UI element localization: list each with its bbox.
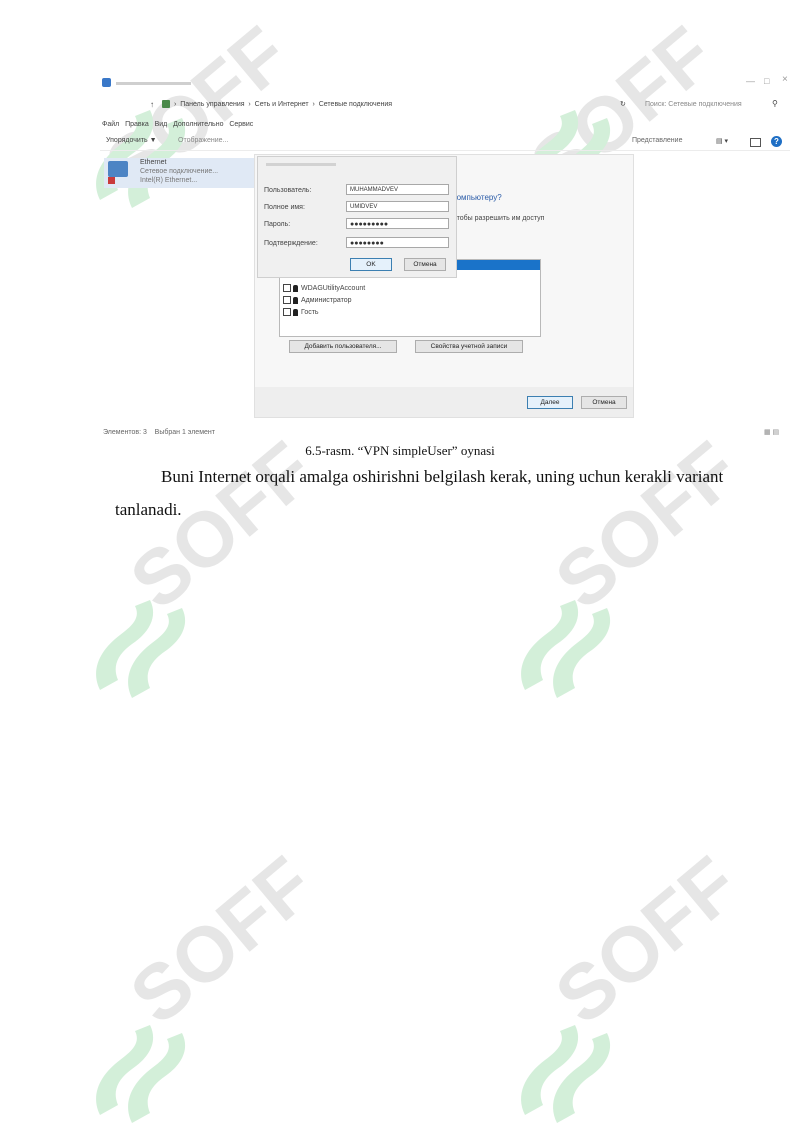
paragraph-text: Buni Internet orqali amalga oshirishni b… (115, 467, 724, 519)
wizard-description: чтобы разрешить им доступ (453, 215, 545, 222)
error-badge-icon (108, 177, 115, 184)
password-label: Пароль: (264, 221, 291, 228)
status-selected: Выбран 1 элемент (154, 429, 215, 436)
list-item[interactable]: Администратор (283, 296, 352, 304)
dialog-cancel-button[interactable]: Отмена (404, 258, 446, 271)
wizard-footer (255, 387, 633, 417)
checkbox[interactable] (283, 284, 291, 292)
ok-button[interactable]: OK (350, 258, 392, 271)
confirm-label: Подтверждение: (264, 240, 318, 247)
breadcrumb[interactable]: › Панель управления › Сеть и Интернет › … (174, 101, 392, 108)
search-input[interactable]: Поиск: Сетевые подключения (645, 101, 742, 108)
list-item[interactable]: Гость (283, 308, 319, 316)
account-properties-button[interactable]: Свойства учетной записи (415, 340, 523, 353)
watermark-soff: SOFF (80, 839, 340, 1123)
user-name: Администратор (301, 296, 352, 304)
connection-status: Сетевое подключение... (140, 168, 219, 175)
checkbox[interactable] (283, 296, 291, 304)
password-field[interactable]: ●●●●●●●●● (346, 218, 449, 229)
checkbox[interactable] (283, 308, 291, 316)
breadcrumb-item[interactable]: Сеть и Интернет (255, 101, 309, 108)
user-field[interactable]: MUHAMMADVEV (346, 184, 449, 195)
minimize-icon[interactable]: — (746, 76, 755, 86)
watermark-soff: SOFF (505, 839, 765, 1123)
fullname-label: Полное имя: (264, 204, 305, 211)
refresh-icon[interactable]: ↻ (620, 100, 626, 108)
confirm-password-field[interactable]: ●●●●●●●● (346, 237, 449, 248)
maximize-icon[interactable]: □ (764, 76, 769, 86)
fullname-field[interactable]: UMIDVEV (346, 201, 449, 212)
svg-text:SOFF: SOFF (114, 839, 330, 1040)
network-icon (102, 78, 111, 87)
view-button[interactable]: Представление (632, 137, 682, 144)
user-label: Пользователь: (264, 187, 312, 194)
breadcrumb-item[interactable]: Сетевые подключения (319, 101, 392, 108)
search-icon[interactable]: ⚲ (772, 99, 778, 108)
control-panel-icon (162, 100, 170, 108)
ethernet-connection-item[interactable]: Ethernet Сетевое подключение... Intel(R)… (104, 158, 254, 188)
new-user-dialog: Пользователь: MUHAMMADVEV Полное имя: UM… (257, 156, 457, 278)
selected-row-highlight (456, 260, 540, 270)
embedded-screenshot: — □ × ↑ › Панель управления › Сеть и Инт… (100, 74, 790, 442)
show-hidden-button[interactable]: Отображение... (178, 137, 228, 144)
user-icon (293, 296, 298, 304)
connection-adapter: Intel(R) Ethernet... (140, 177, 198, 184)
menu-view[interactable]: Вид (155, 121, 168, 128)
next-button[interactable]: Далее (527, 396, 573, 409)
menu-bar: Файл Правка Вид Дополнительно Сервис (102, 121, 253, 128)
body-paragraph: Buni Internet orqali amalga oshirishni b… (115, 460, 735, 526)
status-item-count: Элементов: 3 (103, 429, 147, 436)
details-view-icon[interactable]: ▦ ▤ (764, 428, 779, 436)
wizard-heading: компьютеру? (453, 193, 502, 202)
up-arrow-icon[interactable]: ↑ (150, 100, 154, 109)
dialog-title (266, 163, 336, 166)
add-user-button[interactable]: Добавить пользователя... (289, 340, 397, 353)
svg-text:SOFF: SOFF (539, 839, 755, 1040)
ethernet-icon (108, 161, 128, 177)
menu-advanced[interactable]: Дополнительно (173, 121, 223, 128)
breadcrumb-item[interactable]: Панель управления (180, 101, 244, 108)
preview-pane-icon[interactable] (750, 138, 761, 147)
menu-service[interactable]: Сервис (229, 121, 253, 128)
user-icon (293, 284, 298, 292)
list-item[interactable]: WDAGUtilityAccount (283, 284, 365, 292)
divider (100, 150, 790, 151)
wizard-cancel-button[interactable]: Отмена (581, 396, 627, 409)
user-name: WDAGUtilityAccount (301, 284, 366, 292)
close-icon[interactable]: × (782, 74, 788, 85)
menu-file[interactable]: Файл (102, 121, 119, 128)
user-name: Гость (301, 308, 319, 316)
status-items: Элементов: 3 Выбран 1 элемент (103, 429, 215, 436)
menu-edit[interactable]: Правка (125, 121, 149, 128)
user-icon (293, 308, 298, 316)
help-icon[interactable]: ? (771, 136, 782, 147)
connection-name: Ethernet (140, 159, 167, 166)
organize-button[interactable]: Упорядочить ▼ (106, 137, 157, 144)
view-options-icon[interactable]: ▤ ▾ (716, 137, 728, 145)
window-title (116, 82, 191, 85)
figure-caption: 6.5-rasm. “VPN simpleUser” oynasi (305, 443, 495, 458)
